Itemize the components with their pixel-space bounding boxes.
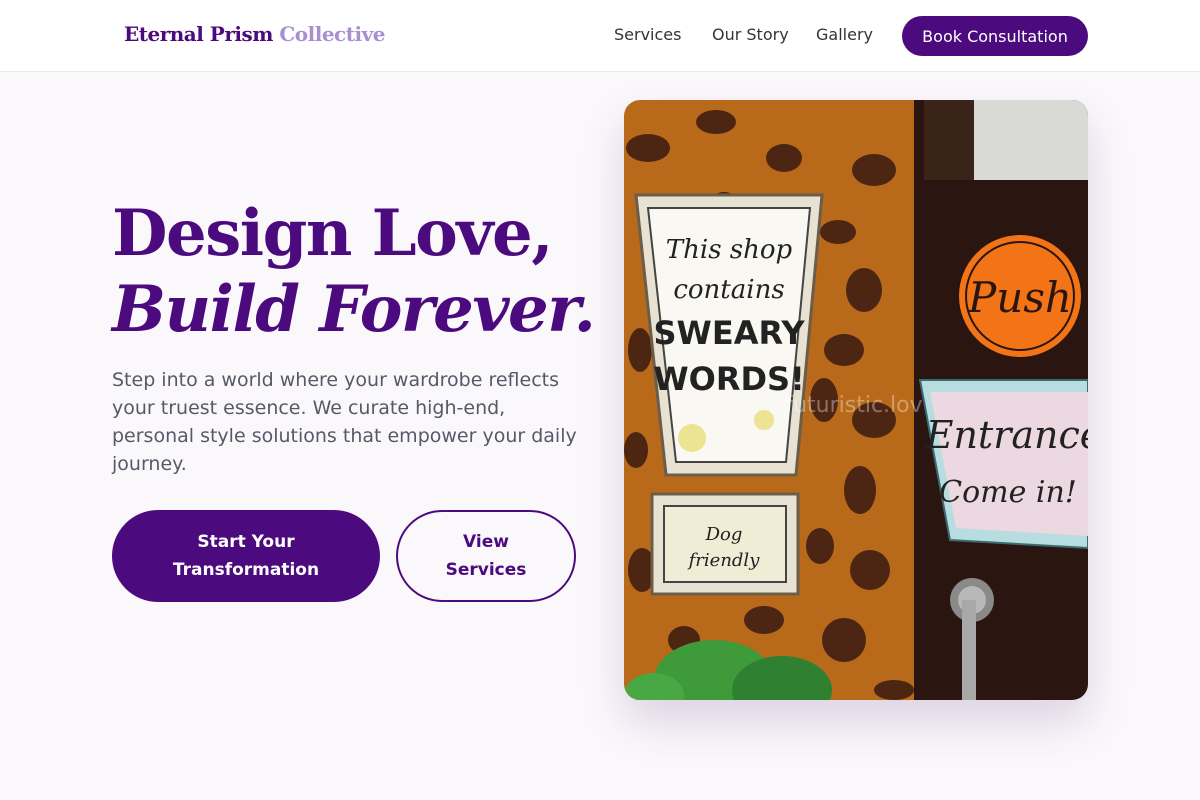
- view-services-button[interactable]: View Services: [396, 510, 576, 602]
- svg-text:WORDS!: WORDS!: [653, 360, 804, 398]
- svg-text:Entrance: Entrance: [925, 413, 1088, 457]
- hero-description: Step into a world where your wardrobe re…: [112, 369, 577, 475]
- door-window: [974, 100, 1088, 180]
- brand-name-primary: Eternal Prism: [124, 22, 273, 46]
- start-transformation-button[interactable]: Start Your Transformation: [112, 510, 380, 602]
- svg-text:Dog: Dog: [705, 524, 743, 545]
- hero-photo: This shop contains SWEARY WORDS! Dog fri…: [624, 100, 1088, 700]
- brand-name-secondary: Collective: [279, 22, 385, 46]
- hero-title-line2: Build Forever.: [112, 272, 596, 347]
- sweary-words-sign: This shop contains SWEARY WORDS!: [634, 193, 824, 477]
- nav-link-our-story[interactable]: Our Story: [712, 25, 789, 44]
- svg-text:Push: Push: [967, 273, 1072, 322]
- dog-friendly-sign: Dog friendly: [650, 492, 800, 596]
- hero-title-line1: Design Love,: [112, 196, 554, 271]
- book-consultation-button[interactable]: Book Consultation: [902, 16, 1088, 56]
- svg-text:contains: contains: [673, 275, 784, 305]
- nav-link-services[interactable]: Services: [614, 25, 681, 44]
- brand-logo[interactable]: Eternal Prism Collective: [124, 22, 385, 46]
- nav-link-gallery[interactable]: Gallery: [816, 25, 873, 44]
- svg-text:Come in!: Come in!: [939, 475, 1077, 510]
- top-navbar: Eternal Prism Collective Services Our St…: [0, 0, 1200, 72]
- svg-text:SWEARY: SWEARY: [653, 314, 805, 352]
- watermark-text: futuristic.lov: [785, 393, 922, 418]
- hero-title: Design Love, Build Forever.: [112, 196, 596, 348]
- svg-text:friendly: friendly: [687, 550, 761, 571]
- shop-door-photo: This shop contains SWEARY WORDS! Dog fri…: [624, 100, 1088, 700]
- svg-text:This shop: This shop: [666, 235, 793, 265]
- push-sticker: Push: [957, 233, 1083, 359]
